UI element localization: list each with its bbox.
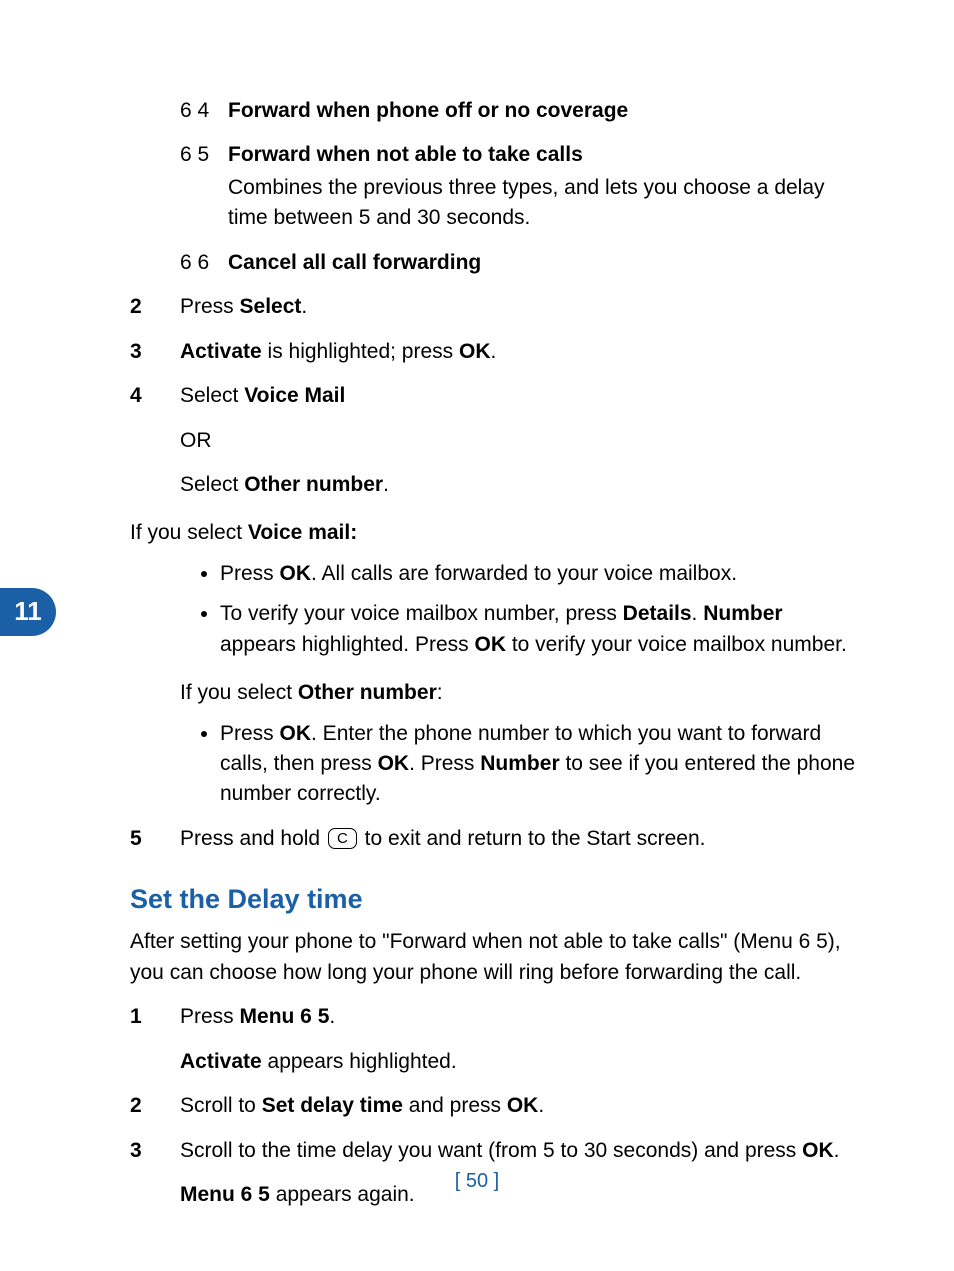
voice-mail-bullets: Press OK. All calls are forwarded to you… bbox=[130, 559, 864, 660]
menu-description: Combines the previous three types, and l… bbox=[228, 173, 864, 234]
text: . bbox=[301, 295, 307, 318]
menu-title: Forward when phone off or no coverage bbox=[228, 99, 628, 122]
text: to verify your voice mailbox number. bbox=[506, 633, 847, 656]
text: . bbox=[329, 1005, 335, 1028]
text: . bbox=[692, 602, 704, 625]
step-number: 5 bbox=[130, 824, 180, 854]
key-term: OK bbox=[475, 633, 507, 656]
other-number-bullets: Press OK. Enter the phone number to whic… bbox=[130, 719, 864, 810]
menu-title: Forward when not able to take calls bbox=[228, 143, 583, 166]
key-term: Voice mail: bbox=[248, 521, 357, 544]
text: Scroll to the time delay you want (from … bbox=[180, 1139, 802, 1162]
text: is highlighted; press bbox=[262, 340, 459, 363]
text: . All calls are forwarded to your voice … bbox=[311, 562, 737, 585]
text: Press bbox=[180, 1005, 240, 1028]
key-term: Number bbox=[703, 602, 782, 625]
step-number: 4 bbox=[130, 381, 180, 500]
menu-item-6-4: 6 4 Forward when phone off or no coverag… bbox=[180, 96, 864, 126]
text: Press bbox=[220, 562, 280, 585]
text: If you select bbox=[130, 521, 248, 544]
menu-number: 6 5 bbox=[180, 140, 228, 233]
key-term: Activate bbox=[180, 340, 262, 363]
page-number: [ 50 ] bbox=[0, 1167, 954, 1196]
key-term: OK bbox=[459, 340, 491, 363]
text: Press bbox=[220, 722, 280, 745]
key-term: Number bbox=[480, 752, 559, 775]
step-b1: 1 Press Menu 6 5. Activate appears highl… bbox=[130, 1002, 864, 1077]
menu-number: 6 4 bbox=[180, 96, 228, 126]
key-term: Voice Mail bbox=[244, 384, 345, 407]
key-term: Other number bbox=[298, 681, 437, 704]
text: . bbox=[538, 1094, 544, 1117]
list-item: Press OK. Enter the phone number to whic… bbox=[220, 719, 864, 810]
menu-title: Cancel all call forwarding bbox=[228, 251, 481, 274]
step-number: 1 bbox=[130, 1002, 180, 1077]
step-number: 2 bbox=[130, 292, 180, 322]
section-paragraph: After setting your phone to "Forward whe… bbox=[130, 927, 864, 988]
voice-mail-intro: If you select Voice mail: bbox=[130, 518, 864, 548]
step-b2: 2 Scroll to Set delay time and press OK. bbox=[130, 1091, 864, 1121]
key-term: Activate bbox=[180, 1050, 262, 1073]
step-number: 3 bbox=[130, 337, 180, 367]
text: appears highlighted. Press bbox=[220, 633, 475, 656]
other-number-intro: If you select Other number: bbox=[180, 678, 864, 708]
text: to exit and return to the Start screen. bbox=[359, 827, 706, 850]
step-5: 5 Press and hold C to exit and return to… bbox=[130, 824, 864, 854]
key-term: OK bbox=[378, 752, 410, 775]
step-4: 4 Select Voice Mail OR Select Other numb… bbox=[130, 381, 864, 500]
text: . bbox=[834, 1139, 840, 1162]
text: . Press bbox=[409, 752, 480, 775]
key-term: Set delay time bbox=[262, 1094, 403, 1117]
text: Select bbox=[180, 384, 244, 407]
menu-number: 6 6 bbox=[180, 248, 228, 278]
text: If you select bbox=[180, 681, 298, 704]
key-term: Details bbox=[623, 602, 692, 625]
step-number: 2 bbox=[130, 1091, 180, 1121]
key-term: Menu 6 5 bbox=[240, 1005, 330, 1028]
text: : bbox=[437, 681, 443, 704]
text-or: OR bbox=[180, 426, 864, 456]
step-3: 3 Activate is highlighted; press OK. bbox=[130, 337, 864, 367]
key-term: OK bbox=[507, 1094, 539, 1117]
text: appears highlighted. bbox=[262, 1050, 457, 1073]
text: and press bbox=[403, 1094, 507, 1117]
key-term: Select bbox=[240, 295, 302, 318]
key-term: Other number bbox=[244, 473, 383, 496]
key-c-icon: C bbox=[328, 828, 357, 849]
text: Select bbox=[180, 473, 244, 496]
text: Press and hold bbox=[180, 827, 326, 850]
text: . bbox=[490, 340, 496, 363]
menu-item-6-6: 6 6 Cancel all call forwarding bbox=[180, 248, 864, 278]
menu-item-6-5: 6 5 Forward when not able to take calls … bbox=[180, 140, 864, 233]
text: Scroll to bbox=[180, 1094, 262, 1117]
list-item: Press OK. All calls are forwarded to you… bbox=[220, 559, 864, 589]
text: . bbox=[383, 473, 389, 496]
key-term: OK bbox=[802, 1139, 834, 1162]
text: To verify your voice mailbox number, pre… bbox=[220, 602, 623, 625]
text: Press bbox=[180, 295, 240, 318]
list-item: To verify your voice mailbox number, pre… bbox=[220, 599, 864, 660]
key-term: OK bbox=[280, 562, 312, 585]
section-heading: Set the Delay time bbox=[130, 880, 864, 919]
key-term: OK bbox=[280, 722, 312, 745]
page-content: 6 4 Forward when phone off or no coverag… bbox=[0, 0, 954, 1271]
step-2: 2 Press Select. bbox=[130, 292, 864, 322]
